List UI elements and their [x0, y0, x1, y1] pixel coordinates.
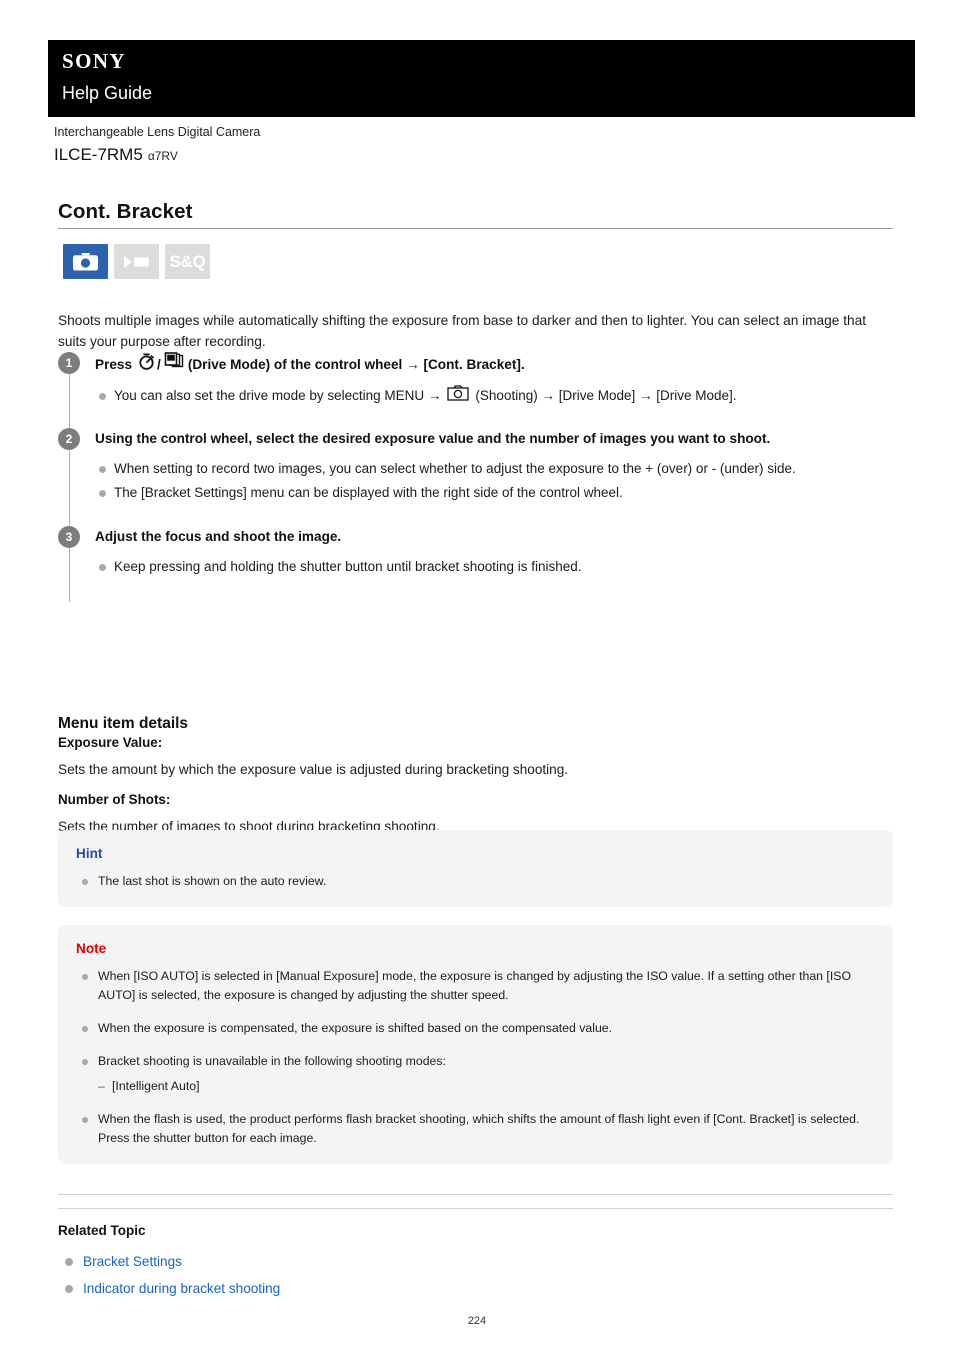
note-item-3-text: Bracket shooting is unavailable in the f… [98, 1054, 446, 1068]
step-3: 3 Adjust the focus and shoot the image. … [58, 526, 893, 620]
product-model-alias: α7RV [147, 149, 178, 163]
step-2-body: When setting to record two images, you c… [95, 458, 893, 503]
continuous-shooting-icon [164, 352, 184, 377]
related-topic-list: Bracket Settings Indicator during bracke… [58, 1248, 558, 1302]
step-2-bullet-2: The [Bracket Settings] menu can be displ… [95, 482, 893, 503]
shooting-menu-icon [447, 385, 470, 407]
page-number: 224 [467, 1315, 487, 1327]
menu-item-details-list: Exposure Value: Sets the amount by which… [58, 733, 893, 837]
slow-quick-mode-icon: S&Q [165, 244, 210, 279]
step-3-body: Keep pressing and holding the shutter bu… [95, 556, 893, 577]
movie-mode-icon [114, 244, 159, 279]
page-title: Cont. Bracket [58, 199, 193, 223]
step-connector-line [68, 374, 70, 428]
link-bracket-settings[interactable]: Bracket Settings [83, 1254, 182, 1269]
note-item-2: When the exposure is compensated, the ex… [76, 1019, 875, 1038]
step-1-title: Press / (Drive Mode) of the control whee… [95, 352, 893, 377]
step-connector-line [68, 450, 70, 526]
step-1-bullet: You can also set the drive mode by selec… [95, 385, 893, 407]
step-connector-line [68, 548, 70, 602]
detail-term-number-of-shots: Number of Shots: [58, 792, 171, 807]
help-guide-title: Help Guide [62, 83, 153, 103]
hint-label: Hint [76, 846, 103, 861]
product-category: Interchangeable Lens Digital Camera [54, 125, 261, 139]
product-model-line: ILCE-7RM5 α7RV [54, 143, 914, 168]
step-1-bullet-post: (Shooting) → [Drive Mode] → [Drive Mode]… [475, 388, 737, 403]
step-1-number: 1 [58, 352, 80, 374]
intro-paragraph: Shoots multiple images while automatical… [58, 312, 867, 349]
step-2-bullet-1: When setting to record two images, you c… [95, 458, 893, 479]
related-topic-item[interactable]: Indicator during bracket shooting [58, 1275, 558, 1302]
hint-item-1: The last shot is shown on the auto revie… [76, 872, 875, 891]
site-header: SONY Help Guide [48, 40, 915, 117]
procedure-steps: 1 Press / (Drive Mode) of the control wh… [58, 352, 893, 620]
sony-logo: SONY [62, 49, 126, 73]
hint-panel: Hint The last shot is shown on the auto … [58, 830, 893, 907]
step-1-title-post: (Drive Mode) of the control wheel → [Con… [187, 356, 525, 372]
step-3-bullet-1: Keep pressing and holding the shutter bu… [95, 556, 893, 577]
note-item-1: When [ISO AUTO] is selected in [Manual E… [76, 967, 875, 1005]
link-indicator-bracket-shooting[interactable]: Indicator during bracket shooting [83, 1281, 280, 1296]
note-item-3: Bracket shooting is unavailable in the f… [76, 1052, 875, 1096]
related-topic-item[interactable]: Bracket Settings [58, 1248, 558, 1275]
step-1-body: You can also set the drive mode by selec… [95, 385, 893, 407]
title-divider [58, 228, 893, 229]
content-divider-top [58, 1194, 893, 1195]
slow-quick-label: S&Q [169, 251, 206, 271]
step-2: 2 Using the control wheel, select the de… [58, 428, 893, 526]
detail-term-exposure-value: Exposure Value: [58, 735, 163, 750]
applicable-mode-icons: S&Q [63, 244, 210, 279]
product-identification: Interchangeable Lens Digital Camera ILCE… [54, 124, 914, 168]
step-3-title: Adjust the focus and shoot the image. [95, 529, 342, 544]
detail-desc-exposure-value: Sets the amount by which the exposure va… [58, 762, 569, 777]
note-label: Note [76, 941, 107, 956]
related-topic-heading: Related Topic [58, 1223, 146, 1238]
step-3-number: 3 [58, 526, 80, 548]
note-panel: Note When [ISO AUTO] is selected in [Man… [58, 925, 893, 1164]
note-item-4: When the flash is used, the product perf… [76, 1110, 875, 1148]
related-topic-section: Related Topic Bracket Settings Indicator… [58, 1221, 558, 1302]
note-item-3-sub: [Intelligent Auto] [98, 1077, 875, 1096]
help-guide-page: SONY Help Guide Interchangeable Lens Dig… [0, 0, 954, 1350]
still-photo-mode-icon [63, 244, 108, 279]
menu-item-details-heading: Menu item details [58, 714, 189, 732]
step-2-title: Using the control wheel, select the desi… [95, 431, 771, 446]
self-timer-icon [138, 353, 155, 377]
content-divider-bottom [58, 1208, 893, 1209]
step-1-title-pre: Press [95, 356, 133, 372]
step-2-number: 2 [58, 428, 80, 450]
step-1: 1 Press / (Drive Mode) of the control wh… [58, 352, 893, 428]
product-model-number: ILCE-7RM5 [54, 145, 143, 164]
step-1-bullet-pre: You can also set the drive mode by selec… [114, 388, 442, 403]
step-1-title-mid: / [157, 356, 161, 372]
